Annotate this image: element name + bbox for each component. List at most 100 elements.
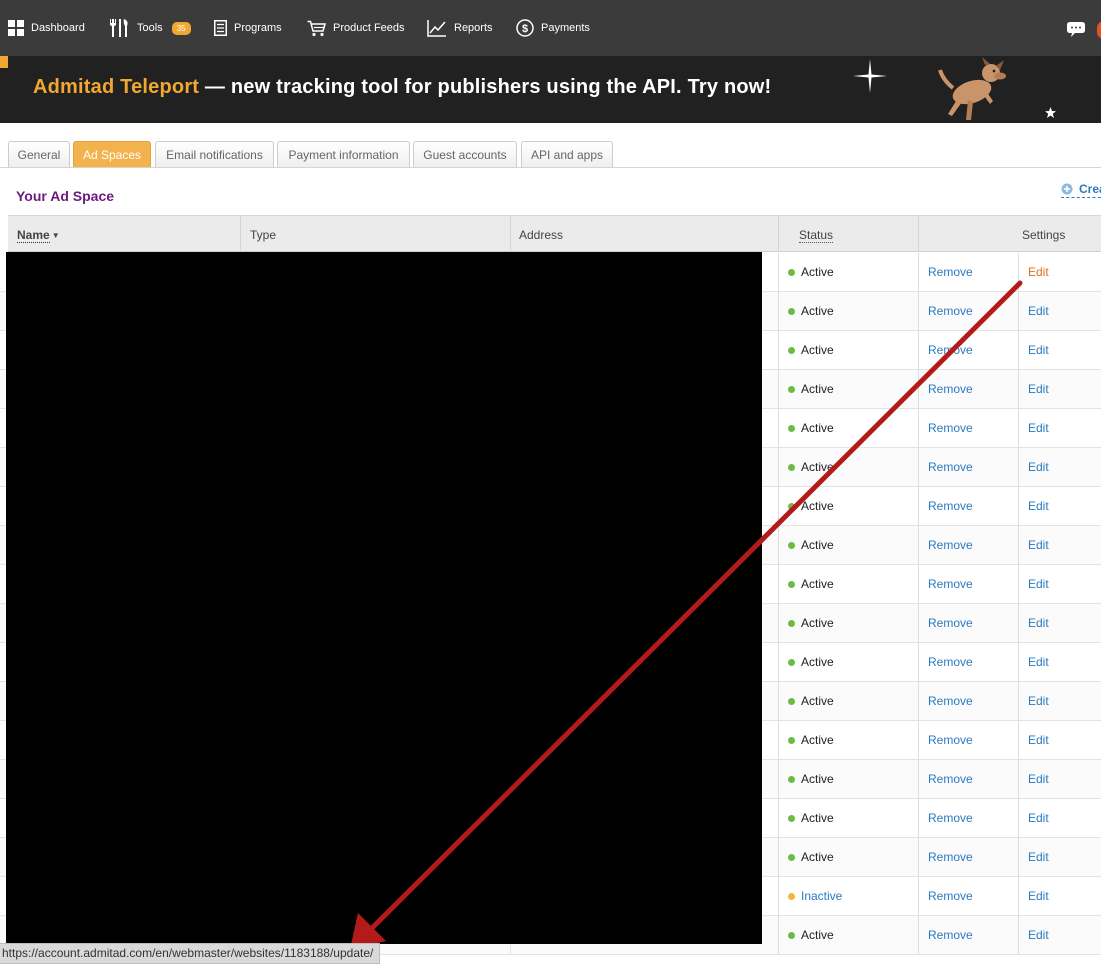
remove-cell: Remove bbox=[918, 877, 1018, 915]
remove-cell: Remove bbox=[918, 760, 1018, 798]
cell-status: Active bbox=[778, 253, 918, 291]
edit-link[interactable]: Edit bbox=[1028, 421, 1049, 435]
remove-link[interactable]: Remove bbox=[928, 811, 973, 825]
edit-link[interactable]: Edit bbox=[1028, 304, 1049, 318]
nav-product-feeds-label: Product Feeds bbox=[333, 22, 405, 34]
edit-link[interactable]: Edit bbox=[1028, 382, 1049, 396]
status-label: Active bbox=[801, 499, 834, 513]
edit-link[interactable]: Edit bbox=[1028, 616, 1049, 630]
cell-status: Active bbox=[778, 604, 918, 642]
remove-link[interactable]: Remove bbox=[928, 499, 973, 513]
dollar-circle-icon: $ bbox=[516, 19, 534, 37]
status-active-dot-icon bbox=[788, 307, 795, 315]
nav-product-feeds[interactable]: Product Feeds bbox=[307, 0, 405, 56]
chart-line-icon bbox=[427, 20, 446, 37]
status-label: Active bbox=[801, 850, 834, 864]
remove-cell: Remove bbox=[918, 292, 1018, 330]
cell-status: Active bbox=[778, 448, 918, 486]
cell-status: Active bbox=[778, 487, 918, 525]
remove-link[interactable]: Remove bbox=[928, 733, 973, 747]
grid-icon bbox=[8, 20, 24, 36]
edit-link[interactable]: Edit bbox=[1028, 460, 1049, 474]
edit-link[interactable]: Edit bbox=[1028, 577, 1049, 591]
remove-link[interactable]: Remove bbox=[928, 577, 973, 591]
edit-link[interactable]: Edit bbox=[1028, 499, 1049, 513]
tab-api-and-apps[interactable]: API and apps bbox=[521, 141, 613, 167]
edit-cell: Edit bbox=[1018, 877, 1101, 915]
chat-bubbles-icon[interactable] bbox=[1066, 21, 1088, 39]
tab-guest-accounts[interactable]: Guest accounts bbox=[413, 141, 517, 167]
cell-status: Active bbox=[778, 760, 918, 798]
edit-link[interactable]: Edit bbox=[1028, 889, 1049, 903]
edit-link[interactable]: Edit bbox=[1028, 733, 1049, 747]
remove-link[interactable]: Remove bbox=[928, 265, 973, 279]
nav-tools[interactable]: Tools 35 bbox=[108, 0, 191, 56]
tab-ad-spaces[interactable]: Ad Spaces bbox=[73, 141, 151, 167]
remove-link[interactable]: Remove bbox=[928, 421, 973, 435]
edit-link[interactable]: Edit bbox=[1028, 538, 1049, 552]
edit-cell: Edit bbox=[1018, 526, 1101, 564]
cell-status: Active bbox=[778, 565, 918, 603]
remove-link[interactable]: Remove bbox=[928, 928, 973, 942]
column-address-header: Address bbox=[510, 216, 778, 252]
nav-dashboard[interactable]: Dashboard bbox=[8, 0, 85, 56]
remove-link[interactable]: Remove bbox=[928, 538, 973, 552]
remove-cell: Remove bbox=[918, 565, 1018, 603]
notification-indicator[interactable] bbox=[1097, 21, 1101, 39]
remove-link[interactable]: Remove bbox=[928, 616, 973, 630]
nav-reports-label: Reports bbox=[454, 22, 493, 34]
column-settings-label: Settings bbox=[1022, 228, 1066, 242]
nav-reports[interactable]: Reports bbox=[427, 0, 493, 56]
edit-cell: Edit bbox=[1018, 838, 1101, 876]
create-ad-space-label: Crea bbox=[1079, 182, 1101, 196]
remove-link[interactable]: Remove bbox=[928, 304, 973, 318]
nav-programs[interactable]: Programs bbox=[214, 0, 282, 56]
edit-cell: Edit bbox=[1018, 604, 1101, 642]
remove-link[interactable]: Remove bbox=[928, 850, 973, 864]
edit-link[interactable]: Edit bbox=[1028, 694, 1049, 708]
cell-status: Active bbox=[778, 526, 918, 564]
edit-link[interactable]: Edit bbox=[1028, 811, 1049, 825]
edit-link[interactable]: Edit bbox=[1028, 343, 1049, 357]
remove-link[interactable]: Remove bbox=[928, 460, 973, 474]
column-type-header: Type bbox=[240, 216, 510, 252]
edit-cell: Edit bbox=[1018, 916, 1101, 954]
status-label[interactable]: Inactive bbox=[801, 877, 842, 915]
edit-link[interactable]: Edit bbox=[1028, 265, 1049, 279]
remove-link[interactable]: Remove bbox=[928, 772, 973, 786]
nav-payments[interactable]: $ Payments bbox=[516, 0, 590, 56]
column-name-header[interactable]: Name ▼ bbox=[17, 216, 240, 252]
promo-banner[interactable]: Admitad Teleport — new tracking tool for… bbox=[0, 56, 1101, 123]
cell-status: Active bbox=[778, 643, 918, 681]
tab-payment-information[interactable]: Payment information bbox=[277, 141, 410, 167]
sort-caret-icon: ▼ bbox=[51, 231, 60, 240]
status-label: Active bbox=[801, 733, 834, 747]
column-name-label: Name bbox=[17, 228, 50, 243]
create-ad-space-link[interactable]: Crea bbox=[1061, 181, 1101, 198]
edit-link[interactable]: Edit bbox=[1028, 772, 1049, 786]
tab-email-notifications[interactable]: Email notifications bbox=[155, 141, 274, 167]
column-status-header[interactable]: Status bbox=[778, 216, 918, 252]
edit-link[interactable]: Edit bbox=[1028, 655, 1049, 669]
remove-link[interactable]: Remove bbox=[928, 382, 973, 396]
tab-general[interactable]: General bbox=[8, 141, 70, 167]
edit-cell: Edit bbox=[1018, 292, 1101, 330]
column-status-label: Status bbox=[799, 228, 834, 243]
remove-cell: Remove bbox=[918, 448, 1018, 486]
status-active-dot-icon bbox=[788, 580, 795, 588]
remove-link[interactable]: Remove bbox=[928, 889, 973, 903]
tools-icon bbox=[110, 19, 128, 37]
edit-link[interactable]: Edit bbox=[1028, 928, 1049, 942]
remove-cell: Remove bbox=[918, 526, 1018, 564]
edit-link[interactable]: Edit bbox=[1028, 850, 1049, 864]
cell-status: Active bbox=[778, 370, 918, 408]
remove-link[interactable]: Remove bbox=[928, 343, 973, 357]
status-active-dot-icon bbox=[788, 658, 795, 666]
status-label: Active bbox=[801, 304, 834, 318]
status-label: Active bbox=[801, 382, 834, 396]
status-label: Active bbox=[801, 928, 834, 942]
plus-circle-icon bbox=[1061, 183, 1073, 195]
column-settings-header: Settings bbox=[918, 216, 1101, 252]
remove-link[interactable]: Remove bbox=[928, 694, 973, 708]
remove-link[interactable]: Remove bbox=[928, 655, 973, 669]
